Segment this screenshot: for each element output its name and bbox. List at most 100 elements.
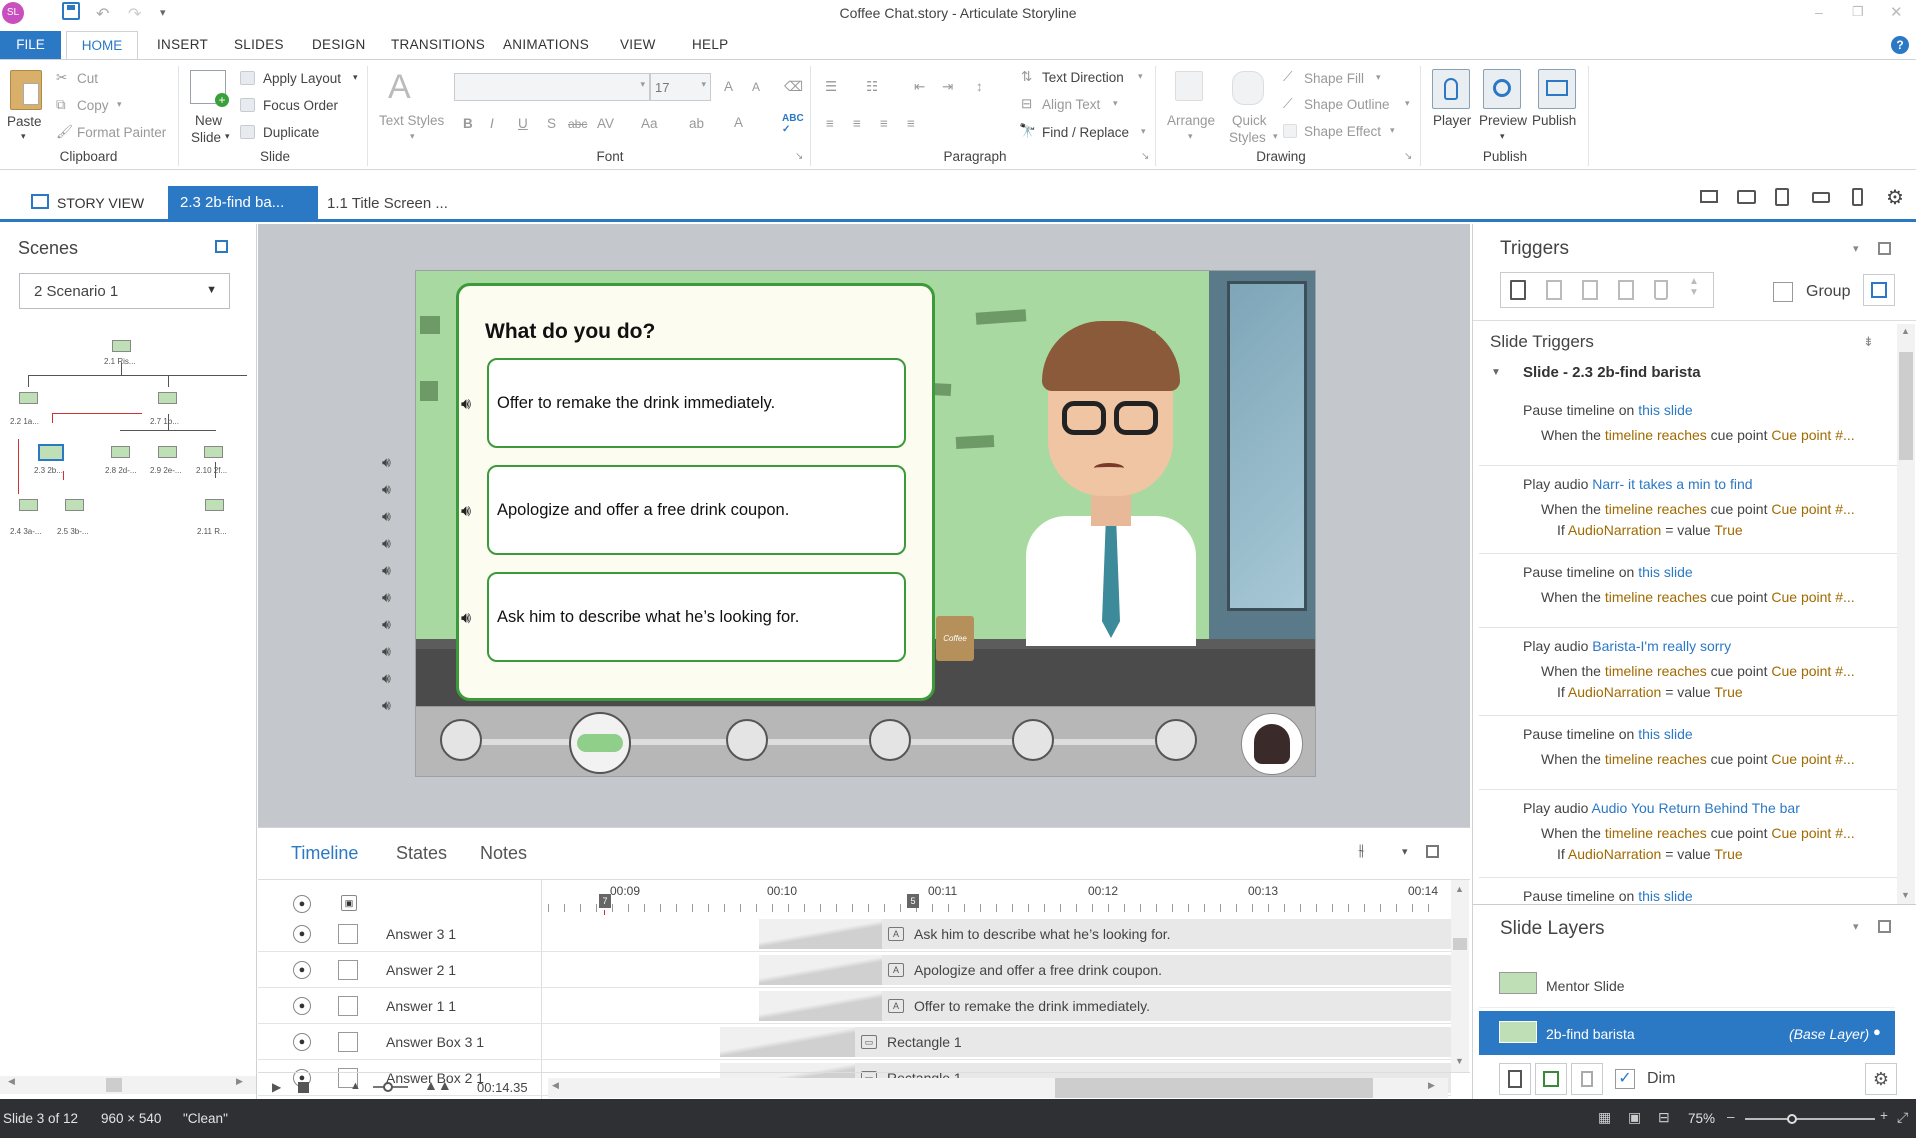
progress-step[interactable] [440,719,482,761]
timeline-row[interactable]: ● Answer 2 1 A Apologize and offer a fre… [258,952,1451,988]
arrange-dropdown-icon[interactable]: ▾ [1188,131,1193,142]
font-size-input[interactable]: 17 ▾ [650,73,711,101]
trigger-value[interactable]: True [1714,684,1742,700]
help-icon[interactable]: ? [1891,36,1909,54]
justify-icon[interactable]: ≡ [907,116,915,131]
audio-object-icon[interactable]: 🔊︎ [382,670,391,687]
restore-button[interactable]: ❐ [1852,4,1864,20]
player-button[interactable]: Player [1433,113,1471,128]
new-slide-icon[interactable]: + [190,70,229,107]
audio-object-icon[interactable]: 🔊︎ [382,697,391,714]
story-view-status-icon[interactable]: ▦ [1598,1109,1611,1126]
audio-object-icon[interactable]: 🔊︎ [382,562,391,579]
trigger-target[interactable]: this slide [1638,726,1692,742]
paste-icon[interactable] [10,70,42,110]
trigger-target[interactable]: Audio You Return Behind The bar [1592,800,1800,816]
text-direction-icon[interactable]: ⇅ [1021,69,1032,85]
zoom-in-icon[interactable]: ▲▲ [424,1077,452,1093]
variables-icon[interactable] [1863,274,1895,306]
duplicate-button[interactable]: Duplicate [263,125,319,140]
new-slide-dropdown-icon[interactable]: ▾ [225,131,230,142]
spell-check-icon[interactable]: ABC ✓ [782,113,804,135]
decrease-indent-icon[interactable]: ⇤ [914,79,925,95]
align-text-icon[interactable]: ⊟ [1021,96,1032,112]
trigger-cue-value[interactable]: Cue point #... [1771,663,1854,679]
copy-dropdown-icon[interactable]: ▾ [117,99,122,110]
tab-view[interactable]: VIEW [620,37,656,52]
change-case-icon[interactable]: Aa [641,116,658,131]
tab-title-screen[interactable]: 1.1 Title Screen ... [327,195,448,212]
preview-dropdown-icon[interactable]: ▾ [1500,131,1505,142]
trigger-event[interactable]: timeline reaches [1605,825,1707,841]
copy-icon[interactable]: ⧉ [56,97,66,113]
trigger-item[interactable]: Play audio Narr- it takes a min to find W… [1479,466,1897,554]
new-slide-button[interactable]: New [195,113,222,128]
row-lock-checkbox[interactable] [338,924,358,944]
cue-point-marker[interactable]: 5 [907,894,919,908]
text-styles-icon[interactable]: A [388,68,411,107]
shape-outline-icon[interactable]: ⟋ [1283,96,1292,112]
paragraph-dialog-launcher-icon[interactable]: ↘ [1141,151,1149,162]
text-direction-dropdown-icon[interactable]: ▾ [1138,71,1143,82]
copy-trigger-icon[interactable] [1582,280,1598,300]
delete-layer-icon[interactable] [1571,1063,1603,1095]
scenes-panel-toggle-icon[interactable] [215,240,228,253]
shape-fill-icon[interactable]: ⟋ [1283,69,1292,85]
slide-stage[interactable]: Coffee What do you do? Offer to remake t… [415,270,1316,777]
timeline-row[interactable]: ● Answer 1 1 A Offer to remake the drink… [258,988,1451,1024]
trigger-item[interactable]: Pause timeline on this slide When the tim… [1479,716,1897,790]
cue-point-marker[interactable]: 7 [599,894,611,908]
trigger-event[interactable]: timeline reaches [1605,663,1707,679]
scene-node-thumb[interactable] [158,446,177,458]
playhead-line[interactable] [604,910,605,915]
tab-home[interactable]: HOME [66,31,138,60]
row-lock-checkbox[interactable] [338,960,358,980]
speaker-icon[interactable]: 🔊︎ [461,503,471,521]
row-eye-icon[interactable]: ● [293,925,311,943]
trigger-item[interactable]: Play audio Audio You Return Behind The b… [1479,790,1897,878]
dim-checkbox[interactable]: ✓ [1615,1069,1635,1089]
audio-object-icon[interactable]: 🔊︎ [382,616,391,633]
move-trigger-icon[interactable]: ▲ ▼ [1689,276,1699,298]
timeline-panel-toggle-icon[interactable] [1426,845,1439,858]
audio-object-icon[interactable]: 🔊︎ [382,643,391,660]
focus-order-icon[interactable] [240,98,255,112]
apply-layout-icon[interactable] [240,71,255,85]
arrange-button[interactable]: Arrange [1167,113,1215,128]
minimize-button[interactable]: – [1815,4,1823,20]
trigger-item[interactable]: Pause timeline on this slide When the tim… [1479,554,1897,628]
new-trigger-icon[interactable] [1510,280,1526,300]
publish-button[interactable]: Publish [1532,113,1576,128]
duplicate-layer-icon[interactable] [1535,1063,1567,1095]
format-painter-icon[interactable]: 🖌 [56,124,73,140]
scene-node-thumb[interactable] [204,446,223,458]
tab-slides[interactable]: SLIDES [234,37,284,52]
grow-font-icon[interactable]: A [724,79,733,94]
focus-order-button[interactable]: Focus Order [263,98,338,113]
audio-object-icon[interactable]: 🔊︎ [382,481,391,498]
shadow-icon[interactable]: S [547,116,556,131]
tab-transitions[interactable]: TRANSITIONS [391,37,485,52]
format-painter-button[interactable]: Format Painter [77,125,166,140]
align-right-icon[interactable]: ≡ [880,116,888,131]
find-replace-icon[interactable]: 🔭 [1019,123,1036,139]
trigger-value[interactable]: True [1714,846,1742,862]
row-eye-icon[interactable]: ● [293,961,311,979]
trigger-cue-value[interactable]: Cue point #... [1771,501,1854,517]
triggers-panel-toggle-icon[interactable] [1878,242,1891,255]
quick-styles-dropdown-icon[interactable]: ▾ [1273,131,1278,142]
trigger-event[interactable]: timeline reaches [1605,751,1707,767]
timeline-options-icon[interactable]: ▾ [1402,845,1408,858]
clear-formatting-icon[interactable]: ⌫ [784,79,803,95]
align-left-icon[interactable]: ≡ [826,116,834,131]
trigger-value[interactable]: True [1714,522,1742,538]
trigger-target[interactable]: Narr- it takes a min to find [1592,476,1752,492]
answer-box[interactable]: Offer to remake the drink immediately. [487,358,906,448]
scene-node-thumb[interactable] [19,392,38,404]
paste-trigger-icon[interactable] [1618,280,1634,300]
scene-node-thumb[interactable] [158,392,177,404]
font-color-icon[interactable]: A [734,115,743,130]
italic-icon[interactable]: I [490,116,494,131]
trigger-cue-value[interactable]: Cue point #... [1771,427,1854,443]
scene-node-thumb[interactable] [112,340,131,352]
